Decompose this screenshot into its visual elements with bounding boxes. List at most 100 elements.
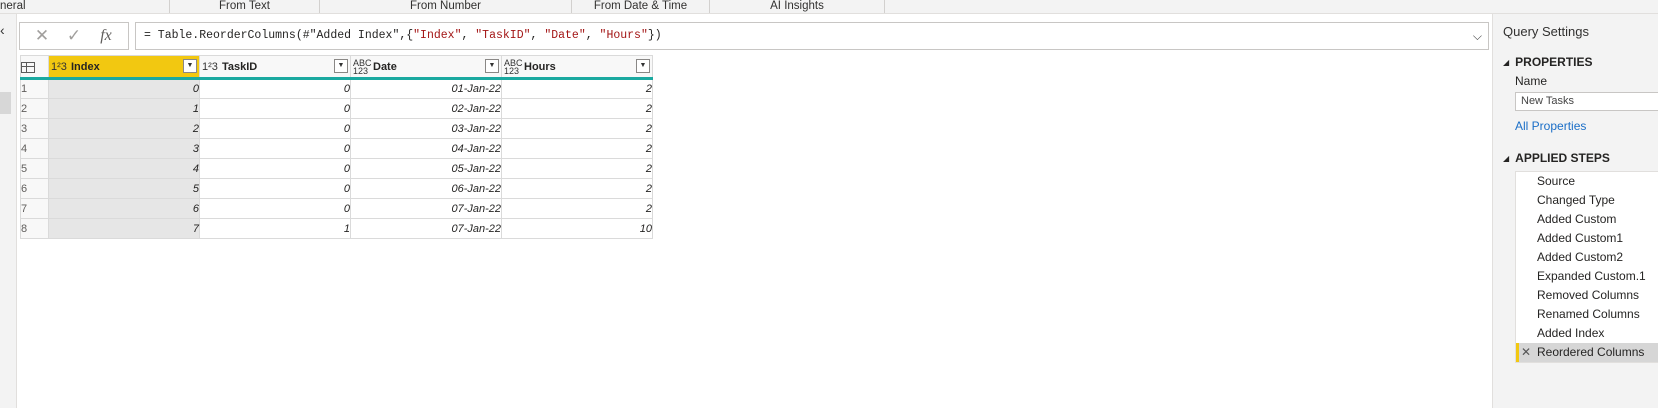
formula-prefix: = Table.ReorderColumns(#"Added Index",{ xyxy=(144,29,414,42)
table-row[interactable]: 2 1 0 02-Jan-22 2 xyxy=(20,98,653,119)
cell-index[interactable]: 6 xyxy=(48,198,200,219)
formula-string-index: "Index" xyxy=(413,29,462,42)
applied-steps-section-header[interactable]: ◢ APPLIED STEPS xyxy=(1503,151,1610,165)
row-number: 6 xyxy=(20,178,49,199)
cell-hours[interactable]: 10 xyxy=(501,218,653,239)
applied-step[interactable]: Added Custom xyxy=(1516,210,1658,229)
formula-buttons: ✕ ✓ fx xyxy=(19,22,129,50)
row-number: 5 xyxy=(20,158,49,179)
any-type-icon[interactable]: ABC 123 xyxy=(353,58,373,75)
data-preview-area: ✕ ✓ fx = Table.ReorderColumns(#"Added In… xyxy=(17,14,1492,408)
cell-index[interactable]: 3 xyxy=(48,138,200,159)
applied-step[interactable]: Added Index xyxy=(1516,324,1658,343)
column-header-hours[interactable]: ABC 123 Hours ▼ xyxy=(501,55,653,80)
table-row[interactable]: 7 6 0 07-Jan-22 2 xyxy=(20,198,653,219)
column-header-date[interactable]: ABC 123 Date ▼ xyxy=(350,55,502,80)
cell-hours[interactable]: 2 xyxy=(501,138,653,159)
column-name: Date xyxy=(373,60,397,73)
table-row[interactable]: 1 0 0 01-Jan-22 2 xyxy=(20,78,653,99)
properties-section-header[interactable]: ◢ PROPERTIES xyxy=(1503,55,1593,69)
formula-expression[interactable]: = Table.ReorderColumns(#"Added Index",{"… xyxy=(135,22,1489,50)
formula-sep: , xyxy=(530,29,545,42)
cell-taskid[interactable]: 0 xyxy=(199,118,351,139)
cell-date[interactable]: 02-Jan-22 xyxy=(350,98,502,119)
column-header-taskid[interactable]: 1²3 TaskID ▼ xyxy=(199,55,351,80)
cell-index[interactable]: 1 xyxy=(48,98,200,119)
table-row[interactable]: 8 7 1 07-Jan-22 10 xyxy=(20,218,653,239)
row-number: 2 xyxy=(20,98,49,119)
cell-hours[interactable]: 2 xyxy=(501,178,653,199)
applied-step-label: Reordered Columns xyxy=(1537,345,1645,359)
row-number: 3 xyxy=(20,118,49,139)
table-row[interactable]: 6 5 0 06-Jan-22 2 xyxy=(20,178,653,199)
filter-dropdown-icon[interactable]: ▼ xyxy=(334,59,348,73)
ribbon-group-ai-insights: AI Insights xyxy=(710,0,885,13)
table-row[interactable]: 5 4 0 05-Jan-22 2 xyxy=(20,158,653,179)
cell-date[interactable]: 05-Jan-22 xyxy=(350,158,502,179)
cell-hours[interactable]: 2 xyxy=(501,198,653,219)
column-header-index[interactable]: 1²3 Index ▼ xyxy=(48,55,200,80)
cell-hours[interactable]: 2 xyxy=(501,158,653,179)
applied-step[interactable]: Changed Type xyxy=(1516,191,1658,210)
cell-date[interactable]: 03-Jan-22 xyxy=(350,118,502,139)
row-number: 4 xyxy=(20,138,49,159)
cell-taskid[interactable]: 0 xyxy=(199,78,351,99)
close-icon[interactable]: ✕ xyxy=(30,26,54,46)
cell-index[interactable]: 0 xyxy=(48,78,200,99)
any-type-icon[interactable]: ABC 123 xyxy=(504,58,524,75)
table-row[interactable]: 3 2 0 03-Jan-22 2 xyxy=(20,118,653,139)
cell-index[interactable]: 5 xyxy=(48,178,200,199)
table-row[interactable]: 4 3 0 04-Jan-22 2 xyxy=(20,138,653,159)
cell-date[interactable]: 06-Jan-22 xyxy=(350,178,502,199)
cell-index[interactable]: 7 xyxy=(48,218,200,239)
cell-taskid[interactable]: 1 xyxy=(199,218,351,239)
applied-step-active[interactable]: ✕ Reordered Columns xyxy=(1516,343,1658,362)
chevron-down-icon[interactable]: ⌵ xyxy=(1473,23,1482,49)
applied-step[interactable]: Expanded Custom.1 xyxy=(1516,267,1658,286)
cell-hours[interactable]: 2 xyxy=(501,78,653,99)
cell-hours[interactable]: 2 xyxy=(501,98,653,119)
ribbon-group-labels: neral From Text From Number From Date & … xyxy=(0,0,1658,14)
expand-queries-chevron-icon[interactable]: ‹ xyxy=(0,22,5,38)
filter-dropdown-icon[interactable]: ▼ xyxy=(183,59,197,73)
ribbon-group-from-number: From Number xyxy=(320,0,572,13)
collapse-triangle-icon[interactable]: ◢ xyxy=(1503,58,1509,67)
cell-date[interactable]: 07-Jan-22 xyxy=(350,198,502,219)
whole-number-type-icon[interactable]: 1²3 xyxy=(202,61,222,72)
header-row: 1²3 Index ▼ 1²3 TaskID ▼ ABC 123 Date ▼ … xyxy=(20,55,653,80)
row-number: 1 xyxy=(20,78,49,99)
applied-step[interactable]: Added Custom2 xyxy=(1516,248,1658,267)
cell-index[interactable]: 4 xyxy=(48,158,200,179)
query-settings-pane: Query Settings ◢ PROPERTIES Name New Task… xyxy=(1492,14,1658,408)
filter-dropdown-icon[interactable]: ▼ xyxy=(636,59,650,73)
applied-step[interactable]: Source xyxy=(1516,172,1658,191)
query-name-input[interactable]: New Tasks xyxy=(1515,92,1658,111)
applied-step[interactable]: Added Custom1 xyxy=(1516,229,1658,248)
cell-index[interactable]: 2 xyxy=(48,118,200,139)
fx-icon[interactable]: fx xyxy=(94,27,118,45)
cell-date[interactable]: 01-Jan-22 xyxy=(350,78,502,99)
data-grid: 1²3 Index ▼ 1²3 TaskID ▼ ABC 123 Date ▼ … xyxy=(20,55,653,239)
query-settings-title: Query Settings xyxy=(1503,24,1589,39)
applied-step[interactable]: Removed Columns xyxy=(1516,286,1658,305)
applied-step[interactable]: Renamed Columns xyxy=(1516,305,1658,324)
cell-taskid[interactable]: 0 xyxy=(199,98,351,119)
formula-sep: , xyxy=(461,29,476,42)
cell-taskid[interactable]: 0 xyxy=(199,138,351,159)
cell-date[interactable]: 07-Jan-22 xyxy=(350,218,502,239)
cell-date[interactable]: 04-Jan-22 xyxy=(350,138,502,159)
cell-taskid[interactable]: 0 xyxy=(199,178,351,199)
collapse-triangle-icon[interactable]: ◢ xyxy=(1503,154,1509,163)
whole-number-type-icon[interactable]: 1²3 xyxy=(51,61,71,72)
cell-hours[interactable]: 2 xyxy=(501,118,653,139)
table-menu-button[interactable] xyxy=(20,55,49,80)
queries-pane-selection xyxy=(0,92,11,114)
cell-taskid[interactable]: 0 xyxy=(199,158,351,179)
check-icon[interactable]: ✓ xyxy=(62,26,86,46)
delete-step-icon[interactable]: ✕ xyxy=(1521,343,1531,362)
queries-pane-collapsed: ‹ xyxy=(0,14,17,408)
all-properties-link[interactable]: All Properties xyxy=(1515,119,1586,133)
ribbon-group-general: neral xyxy=(0,0,170,13)
filter-dropdown-icon[interactable]: ▼ xyxy=(485,59,499,73)
cell-taskid[interactable]: 0 xyxy=(199,198,351,219)
